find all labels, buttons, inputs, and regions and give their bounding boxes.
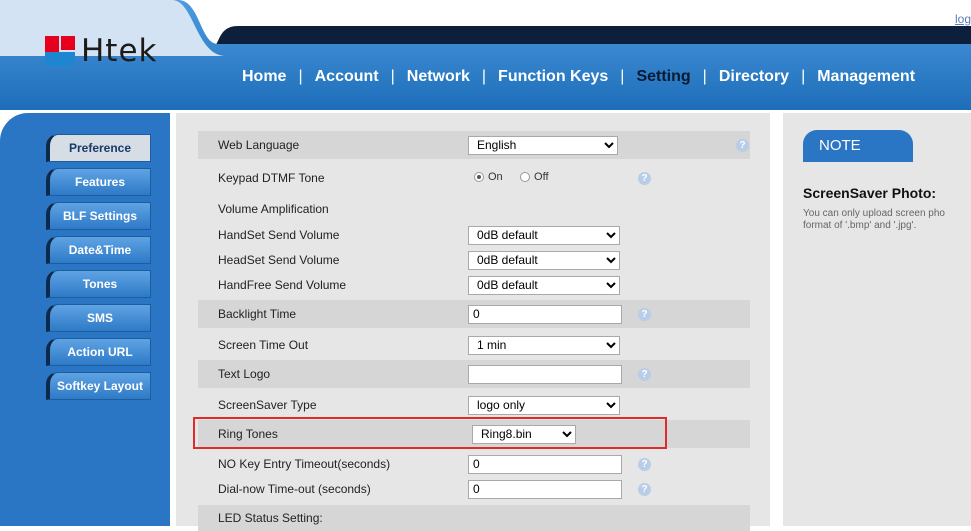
sidebar: Preference Features BLF Settings Date&Ti… xyxy=(0,113,170,526)
handset-send-select[interactable]: 0dB default xyxy=(468,225,620,245)
screensaver-type-label: ScreenSaver Type xyxy=(218,398,317,412)
nav-home[interactable]: Home xyxy=(230,68,298,86)
help-icon[interactable]: ? xyxy=(736,138,749,152)
nav-directory[interactable]: Directory xyxy=(707,68,801,86)
led-status-heading: LED Status Setting: xyxy=(218,511,323,525)
row-text-logo: Text Logo ? xyxy=(198,360,750,388)
note-title: ScreenSaver Photo: xyxy=(803,185,937,201)
screen-timeout-label: Screen Time Out xyxy=(218,338,309,352)
radio-unselected-icon xyxy=(520,172,531,182)
row-handset-send: HandSet Send Volume 0dB default xyxy=(198,223,750,247)
help-icon[interactable]: ? xyxy=(638,482,651,496)
nav-management[interactable]: Management xyxy=(805,68,927,86)
radio-selected-icon xyxy=(474,172,484,182)
help-icon[interactable]: ? xyxy=(638,171,651,185)
note-tab: NOTE xyxy=(803,130,913,162)
screen-timeout-select[interactable]: 1 min xyxy=(468,335,620,355)
radio-on[interactable]: On xyxy=(474,171,503,183)
nav-function-keys[interactable]: Function Keys xyxy=(486,68,620,86)
help-icon[interactable]: ? xyxy=(638,307,651,321)
row-led-heading: LED Status Setting: xyxy=(198,505,750,531)
sidebar-item-date-time[interactable]: Date&Time xyxy=(46,236,151,264)
sidebar-item-preference[interactable]: Preference xyxy=(46,134,151,162)
row-web-language: Web Language English ? xyxy=(198,131,750,159)
web-language-label: Web Language xyxy=(218,138,300,152)
text-logo-input[interactable] xyxy=(468,364,622,384)
no-key-timeout-input[interactable] xyxy=(468,454,622,474)
nav-network[interactable]: Network xyxy=(395,68,482,86)
keypad-dtmf-label: Keypad DTMF Tone xyxy=(218,171,325,185)
headset-send-select[interactable]: 0dB default xyxy=(468,250,620,270)
row-headset-send: HeadSet Send Volume 0dB default xyxy=(198,248,750,272)
row-dial-now-timeout: Dial-now Time-out (seconds) ? xyxy=(198,477,750,501)
row-screen-timeout: Screen Time Out 1 min xyxy=(198,332,750,358)
no-key-timeout-label: NO Key Entry Timeout(seconds) xyxy=(218,457,391,471)
nav-account[interactable]: Account xyxy=(303,68,391,86)
row-handfree-send: HandFree Send Volume 0dB default xyxy=(198,273,750,297)
htek-logo: Htek xyxy=(45,33,158,69)
top-nav: Home | Account | Network | Function Keys… xyxy=(230,58,971,96)
row-ring-tones: Ring Tones Ring8.bin xyxy=(198,420,750,448)
dial-now-timeout-label: Dial-now Time-out (seconds) xyxy=(218,482,371,496)
sidebar-item-features[interactable]: Features xyxy=(46,168,151,196)
handfree-send-select[interactable]: 0dB default xyxy=(468,275,620,295)
ring-tones-label: Ring Tones xyxy=(218,427,278,441)
headset-send-label: HeadSet Send Volume xyxy=(218,253,340,267)
screensaver-type-select[interactable]: logo only xyxy=(468,395,620,415)
backlight-label: Backlight Time xyxy=(218,307,297,321)
note-panel: NOTE ScreenSaver Photo: You can only upl… xyxy=(783,113,971,526)
ring-tones-select[interactable]: Ring8.bin xyxy=(472,424,576,444)
sidebar-item-action-url[interactable]: Action URL xyxy=(46,338,151,366)
logo-mark-icon xyxy=(45,36,75,66)
handfree-send-label: HandFree Send Volume xyxy=(218,278,347,292)
logo-text: Htek xyxy=(81,33,158,69)
row-backlight: Backlight Time ? xyxy=(198,300,750,328)
row-no-key-timeout: NO Key Entry Timeout(seconds) ? xyxy=(198,452,750,476)
text-logo-label: Text Logo xyxy=(218,367,271,381)
sidebar-item-sms[interactable]: SMS xyxy=(46,304,151,332)
keypad-dtmf-radio-group: On Off xyxy=(474,171,563,185)
nav-setting[interactable]: Setting xyxy=(624,68,702,86)
dial-now-timeout-input[interactable] xyxy=(468,479,622,499)
row-volume-heading: Volume Amplification xyxy=(198,197,750,221)
sidebar-item-softkey-layout[interactable]: Softkey Layout xyxy=(46,372,151,400)
settings-panel: Web Language English ? Keypad DTMF Tone … xyxy=(176,113,770,531)
sidebar-item-tones[interactable]: Tones xyxy=(46,270,151,298)
sidebar-item-blf-settings[interactable]: BLF Settings xyxy=(46,202,151,230)
row-screensaver-type: ScreenSaver Type logo only xyxy=(198,392,750,418)
web-language-select[interactable]: English xyxy=(468,135,618,155)
radio-off[interactable]: Off xyxy=(520,171,549,183)
help-icon[interactable]: ? xyxy=(638,457,651,471)
help-icon[interactable]: ? xyxy=(638,367,651,381)
handset-send-label: HandSet Send Volume xyxy=(218,228,340,242)
volume-amplification-heading: Volume Amplification xyxy=(218,202,329,216)
row-keypad-dtmf: Keypad DTMF Tone On Off ? xyxy=(198,163,750,193)
backlight-input[interactable] xyxy=(468,304,622,324)
logout-link[interactable]: log xyxy=(955,12,971,26)
note-text: You can only upload screen pho format of… xyxy=(803,208,945,231)
